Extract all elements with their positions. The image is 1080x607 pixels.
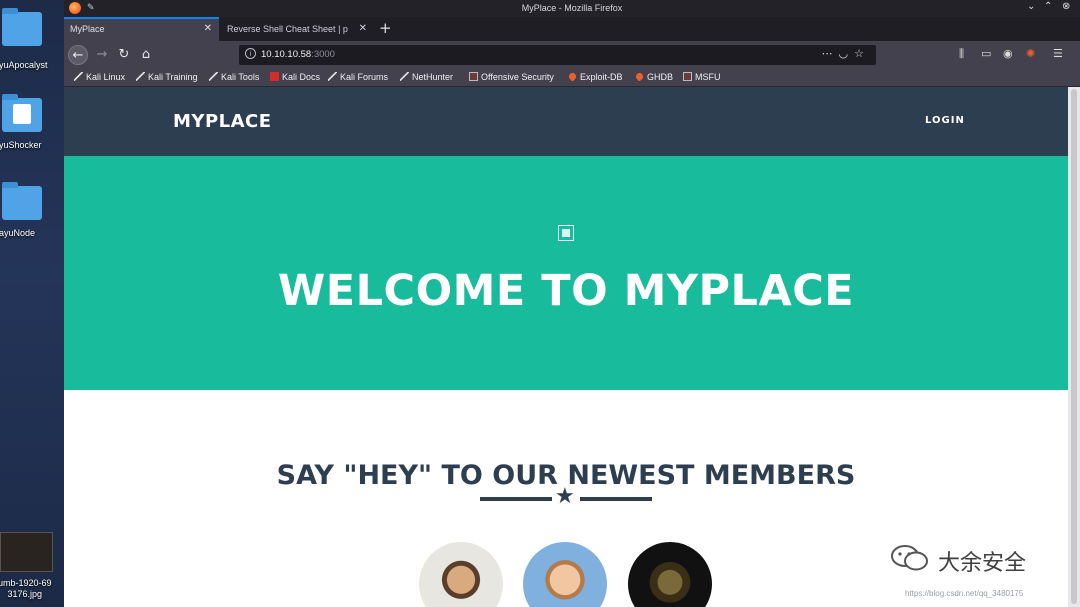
- tab-label: MyPlace: [70, 24, 105, 34]
- close-tab-icon[interactable]: ✕: [359, 23, 367, 34]
- bookmark-kali-training[interactable]: Kali Training: [136, 72, 198, 82]
- desktop-icon-label: dayuNode: [0, 228, 36, 238]
- tab-bar: MyPlace ✕ Reverse Shell Cheat Sheet | p …: [64, 17, 1080, 41]
- forward-button[interactable]: →: [92, 45, 112, 65]
- bookmark-nethunter[interactable]: NetHunter: [400, 72, 453, 82]
- wechat-logo-icon: [891, 545, 928, 571]
- library-icon[interactable]: ⫼: [959, 47, 964, 61]
- desktop: ayuApocalyst ayuShocker dayuNode umb-192…: [0, 0, 64, 607]
- firefox-window: ✎ MyPlace - Mozilla Firefox ⌄ ⌃ ⊗ MyPlac…: [64, 0, 1080, 607]
- member-avatar[interactable]: [628, 542, 712, 607]
- member-avatar[interactable]: [419, 542, 503, 607]
- bookmarks-toolbar: Kali Linux Kali Training Kali Tools Kali…: [64, 69, 1080, 87]
- url-port: :3000: [311, 49, 335, 60]
- login-link[interactable]: LOGIN: [925, 115, 965, 126]
- tab-reverse-shell[interactable]: Reverse Shell Cheat Sheet | p ✕: [221, 17, 374, 41]
- site-info-icon[interactable]: i: [245, 48, 256, 59]
- page-actions-icon[interactable]: ⋯: [822, 47, 839, 60]
- divider-line: [480, 497, 552, 501]
- bookmark-kali-forums[interactable]: Kali Forums: [328, 72, 388, 82]
- nav-toolbar: ← → ↻ ⌂ i 10.10.10.58:3000 ⋯◡☆ ⫼ ▭ ◉ ✺ ☰: [64, 41, 1080, 69]
- close-window-icon[interactable]: ⊗: [1062, 1, 1070, 12]
- broken-image-icon: [558, 225, 574, 241]
- url-text[interactable]: 10.10.10.58:3000: [261, 49, 335, 60]
- hero-section: WELCOME TO MYPLACE: [64, 156, 1068, 390]
- bookmark-star-icon[interactable]: ☆: [854, 47, 870, 60]
- maximize-icon[interactable]: ⌃: [1044, 1, 1052, 12]
- bookmark-kali-linux[interactable]: Kali Linux: [74, 72, 125, 82]
- close-tab-icon[interactable]: ✕: [204, 23, 212, 34]
- folder-icon: [2, 94, 42, 132]
- page-scrollbar[interactable]: [1068, 87, 1080, 607]
- site-navbar: MYPLACE LOGIN: [64, 87, 1068, 156]
- new-tab-icon[interactable]: +: [379, 19, 392, 37]
- tab-label: Reverse Shell Cheat Sheet | p: [227, 24, 348, 34]
- home-button[interactable]: ⌂: [136, 45, 156, 65]
- kali-dragon-icon: [74, 72, 83, 81]
- star-icon: ★: [555, 484, 575, 509]
- scrollbar-thumb[interactable]: [1071, 89, 1077, 604]
- folder-icon: [2, 182, 42, 220]
- page-viewport: MYPLACE LOGIN WELCOME TO MYPLACE SAY "HE…: [64, 87, 1068, 607]
- account-icon[interactable]: ◉: [1003, 47, 1013, 60]
- bookmark-offensive-security[interactable]: Offensive Security: [469, 72, 554, 82]
- pocket-icon[interactable]: ◡: [839, 47, 855, 60]
- members-section: SAY "HEY" TO OUR NEWEST MEMBERS ★: [64, 390, 1068, 607]
- site-brand[interactable]: MYPLACE: [173, 111, 272, 132]
- desktop-icon-label: ayuShocker: [0, 140, 42, 150]
- desktop-icon-label: umb-1920-69 3176.jpg: [0, 578, 52, 599]
- nethunter-icon: [400, 72, 409, 81]
- folder-icon: [2, 8, 42, 46]
- exploitdb-icon: [567, 71, 578, 82]
- msfu-icon: [683, 72, 692, 81]
- desktop-icon-label: ayuApocalyst: [0, 60, 48, 70]
- bookmark-ghdb[interactable]: GHDB: [634, 71, 673, 82]
- watermark-text: 大余安全: [938, 551, 1027, 576]
- url-host: 10.10.10.58: [261, 49, 312, 60]
- kali-docs-icon: [270, 72, 279, 81]
- hero-title: WELCOME TO MYPLACE: [277, 266, 855, 316]
- image-thumbnail-icon: [0, 532, 53, 572]
- kali-dragon-icon: [136, 72, 145, 81]
- back-button[interactable]: ←: [68, 45, 88, 65]
- kali-dragon-icon: [328, 72, 337, 81]
- watermark-url: https://blog.csdn.net/qq_3480175: [905, 589, 1024, 598]
- sidebar-icon[interactable]: ▭: [981, 47, 991, 60]
- kali-dragon-icon: [209, 72, 218, 81]
- bookmark-kali-docs[interactable]: Kali Docs: [270, 72, 320, 82]
- minimize-icon[interactable]: ⌄: [1027, 1, 1035, 12]
- url-bar[interactable]: i 10.10.10.58:3000 ⋯◡☆: [239, 45, 876, 65]
- tab-myplace[interactable]: MyPlace ✕: [64, 17, 219, 41]
- bookmark-exploit-db[interactable]: Exploit-DB: [567, 71, 623, 82]
- ghdb-icon: [634, 71, 645, 82]
- extension-icon[interactable]: ✺: [1026, 47, 1035, 60]
- reload-button[interactable]: ↻: [114, 45, 134, 65]
- bookmark-kali-tools[interactable]: Kali Tools: [209, 72, 259, 82]
- menu-icon[interactable]: ☰: [1053, 47, 1063, 60]
- bookmark-msfu[interactable]: MSFU: [683, 72, 721, 82]
- divider-line: [580, 497, 652, 501]
- offsec-icon: [469, 72, 478, 81]
- window-title: MyPlace - Mozilla Firefox: [521, 3, 623, 13]
- member-avatar[interactable]: [523, 542, 607, 607]
- window-titlebar: ✎ MyPlace - Mozilla Firefox ⌄ ⌃ ⊗: [64, 0, 1080, 17]
